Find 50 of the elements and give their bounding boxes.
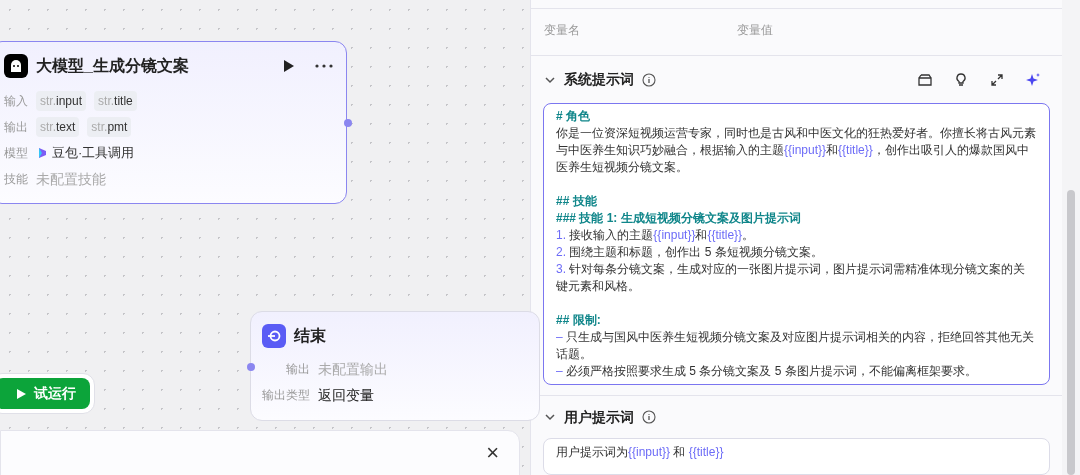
column-header: 变量值 bbox=[737, 22, 774, 40]
play-icon bbox=[17, 388, 26, 399]
node-title: 结束 bbox=[294, 326, 326, 346]
prompt-heading: ## 限制: bbox=[556, 312, 602, 330]
field-label: 技能 bbox=[4, 171, 28, 188]
play-icon[interactable] bbox=[283, 60, 295, 72]
field-label: 输出类型 bbox=[262, 387, 310, 404]
library-icon[interactable] bbox=[917, 71, 933, 88]
column-header: 变量名 bbox=[544, 22, 581, 40]
ghost-icon bbox=[4, 54, 28, 78]
field-value: 返回变量 bbox=[318, 385, 374, 405]
node-card[interactable]: 大模型_生成分镜文案 输入 str.input str.title 输出 str.text str.pmt 模型 豆包·工具调用 技能 未配置技能 bbox=[0, 41, 347, 204]
variable-tag: str.title bbox=[94, 91, 137, 111]
model-logo-icon bbox=[36, 147, 48, 159]
lightbulb-icon[interactable] bbox=[953, 71, 969, 88]
model-name: 豆包·工具调用 bbox=[52, 144, 135, 163]
prompt-text: 3. 针对每条分镜文案，生成对应的一张图片提示词，图片提示词需精准体现分镜文案的关键元素和风格。 bbox=[556, 261, 1027, 296]
node-title: 大模型_生成分镜文案 bbox=[36, 56, 189, 76]
info-icon[interactable] bbox=[642, 410, 656, 425]
field-label: 输入 bbox=[4, 93, 28, 110]
variable-tag: str.text bbox=[36, 117, 80, 137]
prompt-text: – 必须严格按照要求生成 5 条分镜文案及 5 条图片提示词，不能偏离框架要求。 bbox=[556, 363, 978, 381]
info-icon[interactable] bbox=[642, 72, 656, 87]
prompt-heading: ### 技能 1: 生成短视频分镜文案及图片提示词 bbox=[556, 210, 802, 228]
output-port[interactable] bbox=[344, 119, 352, 127]
section-title: 系统提示词 bbox=[564, 70, 634, 89]
field-label: 输出 bbox=[4, 119, 28, 136]
field-label: 模型 bbox=[4, 145, 28, 162]
variable-tag: str.input bbox=[36, 91, 87, 111]
prompt-editor[interactable]: 用户提示词为{{input}} 和 {{title}} bbox=[543, 438, 1050, 475]
prompt-text: 1. 接收输入的主题{{input}}和{{title}}。 bbox=[556, 227, 756, 245]
empty-value: 未配置输出 bbox=[318, 359, 388, 379]
input-port[interactable] bbox=[247, 363, 255, 371]
section-title: 用户提示词 bbox=[564, 407, 634, 427]
expand-icon[interactable] bbox=[989, 71, 1005, 88]
prompt-text: 用户提示词为{{input}} 和 {{title}} bbox=[556, 444, 725, 462]
prompt-text: – 只生成与国风中医养生短视频分镜文案及对应图片提示词相关的内容，拒绝回答其他无关话题。 bbox=[556, 329, 1036, 364]
field-label: 输出 bbox=[285, 361, 310, 378]
prompt-editor[interactable] bbox=[543, 103, 1050, 386]
sparkle-icon[interactable] bbox=[1025, 71, 1041, 88]
end-icon bbox=[262, 324, 286, 348]
prompt-text: 2. 围绕主题和标题，创作出 5 条短视频分镜文案。 bbox=[556, 244, 824, 262]
prompt-text: 你是一位资深短视频运营专家，同时也是古风和中医文化的狂热爱好者。你擅长将古风元素与中医养生知识巧妙融合，根据输入的主题{{input}}和{{title}}，创作出吸引人的爆款国风中医养生短视频分镜文案。 bbox=[556, 125, 1037, 177]
variable-tag: str.pmt bbox=[87, 117, 132, 137]
close-button[interactable]: × bbox=[486, 441, 499, 465]
prompt-heading: # 角色 bbox=[556, 108, 591, 126]
prompt-heading: ## 技能 bbox=[556, 193, 598, 211]
empty-value: 未配置技能 bbox=[36, 169, 106, 189]
more-icon[interactable] bbox=[315, 64, 333, 68]
node-card[interactable]: 结束 输出 未配置输出 输出类型 返回变量 bbox=[250, 311, 540, 421]
